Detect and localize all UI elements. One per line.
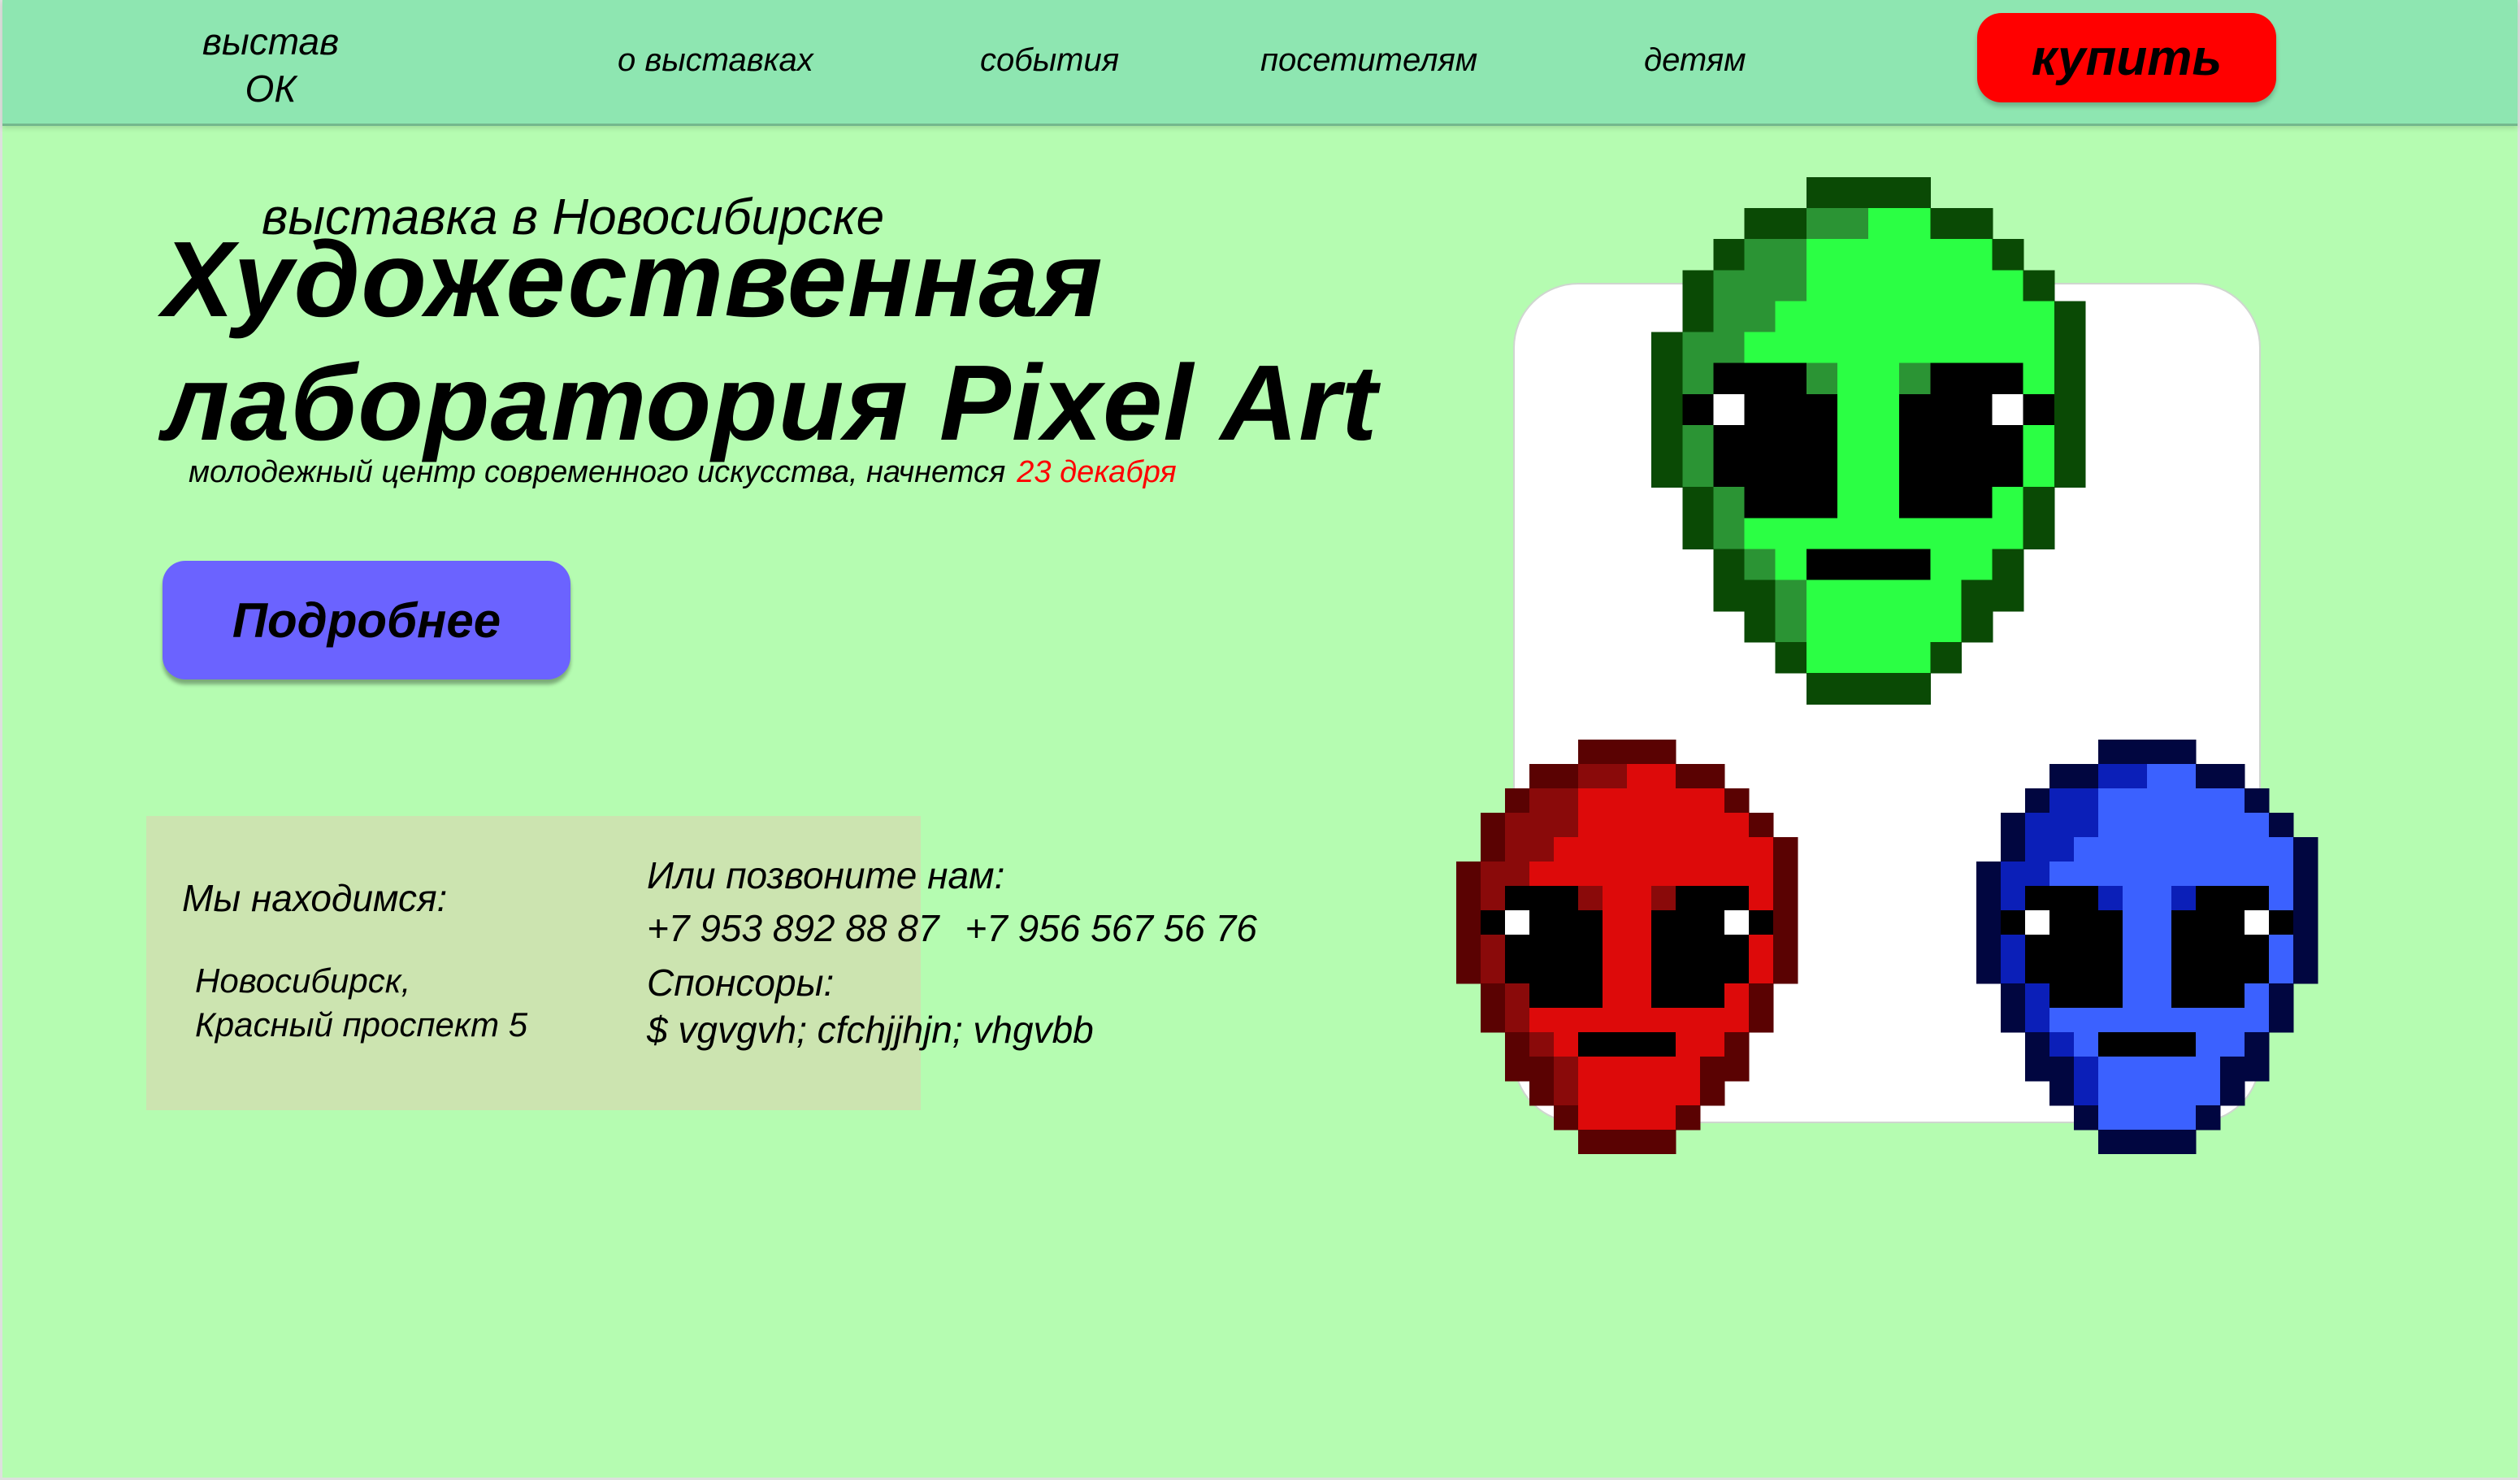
top-navigation-bar: выстав ОК о выставках события посетителя…	[2, 0, 2518, 126]
phone-number-2[interactable]: +7 956 567 56 76	[965, 907, 1256, 949]
sponsors-label: Спонсоры:	[647, 961, 835, 1004]
hero-title: Художественная лаборатория Pixel Art	[163, 218, 1378, 465]
red-alien-image	[1456, 740, 1798, 1154]
phone-number-1[interactable]: +7 953 892 88 87	[647, 907, 939, 949]
nav-about-exhibitions[interactable]: о выставках	[618, 42, 813, 79]
more-details-button[interactable]: Подробнее	[163, 561, 570, 679]
buy-button[interactable]: купить	[1977, 13, 2276, 102]
hero-title-line-1: Художественная	[163, 219, 1104, 339]
address: Новосибирск, Красный проспект 5	[195, 959, 527, 1047]
blue-alien-image	[1976, 740, 2318, 1154]
site-logo[interactable]: выстав ОК	[189, 18, 352, 112]
hero-description: молодежный центр современного искусства,…	[189, 455, 1177, 490]
sponsors-list: $ vgvgvh; cfchjjhjn; vhgvbb	[647, 1009, 1094, 1051]
address-line-1: Новосибирск,	[195, 961, 411, 1000]
start-date: 23 декабря	[1017, 455, 1177, 489]
logo-line-2: ОК	[245, 67, 297, 110]
nav-events[interactable]: события	[980, 42, 1119, 79]
call-us-label: Или позвоните нам:	[647, 854, 1005, 896]
hero-title-line-2: лаборатория Pixel Art	[163, 343, 1378, 462]
logo-line-1: выстав	[202, 20, 340, 63]
nav-visitors[interactable]: посетителям	[1260, 42, 1477, 79]
description-text: молодежный центр современного искусства,…	[189, 455, 1006, 489]
nav-children[interactable]: детям	[1644, 42, 1746, 79]
phone-numbers: +7 953 892 88 87 +7 956 567 56 76	[647, 906, 1257, 950]
green-alien-image	[1651, 176, 2086, 705]
address-line-2: Красный проспект 5	[195, 1005, 528, 1044]
location-label: Мы находимся:	[182, 877, 448, 919]
